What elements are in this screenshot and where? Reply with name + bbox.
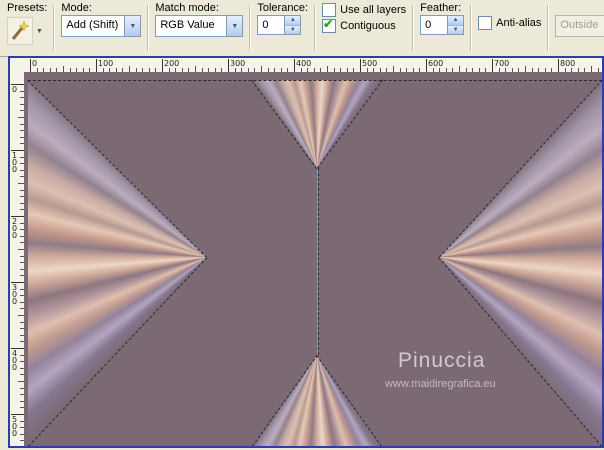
contiguous-checkbox[interactable]: Contiguous <box>322 17 406 34</box>
outside-select-value: Outside <box>560 19 599 31</box>
presets-dropdown-icon[interactable]: ▼ <box>36 28 43 35</box>
checkbox-box[interactable] <box>322 3 337 17</box>
watermark-title: Pinuccia <box>398 349 486 372</box>
mode-select-value: Add (Shift) <box>66 19 119 31</box>
tolerance-label: Tolerance: <box>257 2 309 14</box>
mode-group: Mode: Add (Shift) ▼ <box>54 0 149 56</box>
anti-alias-group: Anti-alias <box>471 0 549 56</box>
left-gradient-fan <box>28 80 207 446</box>
match-mode-select[interactable]: RGB Value ▼ <box>155 15 244 37</box>
selection-ants-center <box>318 168 319 355</box>
mode-label: Mode: <box>61 2 92 14</box>
spin-up-icon[interactable]: ▲ <box>448 16 464 26</box>
match-mode-label: Match mode: <box>155 2 219 14</box>
tolerance-value[interactable]: 0 <box>257 15 286 35</box>
magic-wand-icon[interactable] <box>7 17 33 45</box>
spin-down-icon[interactable]: ▼ <box>448 25 464 34</box>
presets-group: Presets: ▼ <box>0 0 55 56</box>
vertical-ruler[interactable]: 0100200300400500 <box>10 72 25 446</box>
app-window: Presets: ▼ Mode: Add (Shift) ▼ Match mod… <box>0 0 604 450</box>
feather-group: Feather: 0 ▲ ▼ <box>413 0 472 56</box>
spin-down-icon[interactable]: ▼ <box>285 25 301 34</box>
chevron-down-icon[interactable]: ▼ <box>226 16 243 36</box>
feather-spinner[interactable]: 0 ▲ ▼ <box>420 15 465 35</box>
tolerance-spinner[interactable]: 0 ▲ ▼ <box>257 15 308 35</box>
bottom-gradient-fan <box>252 355 382 446</box>
chevron-down-icon[interactable]: ▼ <box>124 16 141 36</box>
mode-select[interactable]: Add (Shift) ▼ <box>61 15 142 37</box>
tool-options-toolbar: Presets: ▼ Mode: Add (Shift) ▼ Match mod… <box>0 0 604 57</box>
use-all-layers-label: Use all layers <box>340 4 407 16</box>
contiguous-label: Contiguous <box>340 20 396 32</box>
outside-select: Outside ▼ <box>555 15 604 37</box>
selection-ants-top-edge <box>28 80 602 81</box>
use-all-layers-checkbox[interactable]: Use all layers <box>322 2 406 18</box>
feather-label: Feather: <box>420 2 462 14</box>
outside-group: Outside ▼ <box>548 0 604 56</box>
canvas-window: 0 100 200 300 400 500 600 700 800 01002003004005… <box>8 56 604 448</box>
feather-value[interactable]: 0 <box>420 15 449 35</box>
checkbox-box[interactable] <box>322 17 337 33</box>
spin-up-icon[interactable]: ▲ <box>285 16 301 26</box>
anti-alias-label: Anti-alias <box>496 17 542 29</box>
watermark-url: www.maidiregrafica.eu <box>385 378 496 390</box>
match-mode-group: Match mode: RGB Value ▼ <box>148 0 251 56</box>
right-gradient-fan <box>439 80 602 446</box>
match-mode-select-value: RGB Value <box>160 19 215 31</box>
ruler-corner <box>10 58 25 73</box>
checkbox-box[interactable] <box>478 16 493 30</box>
presets-label: Presets: <box>7 2 48 14</box>
tolerance-group: Tolerance: 0 ▲ ▼ <box>250 0 315 56</box>
horizontal-ruler[interactable]: 0 100 200 300 400 500 600 700 800 <box>24 58 602 73</box>
anti-alias-checkbox[interactable]: Anti-alias <box>478 15 541 31</box>
canvas-image[interactable]: Pinuccia www.maidiregrafica.eu <box>24 72 602 446</box>
layers-checks-group: Use all layers Contiguous <box>315 0 414 56</box>
top-gradient-fan <box>252 80 382 168</box>
